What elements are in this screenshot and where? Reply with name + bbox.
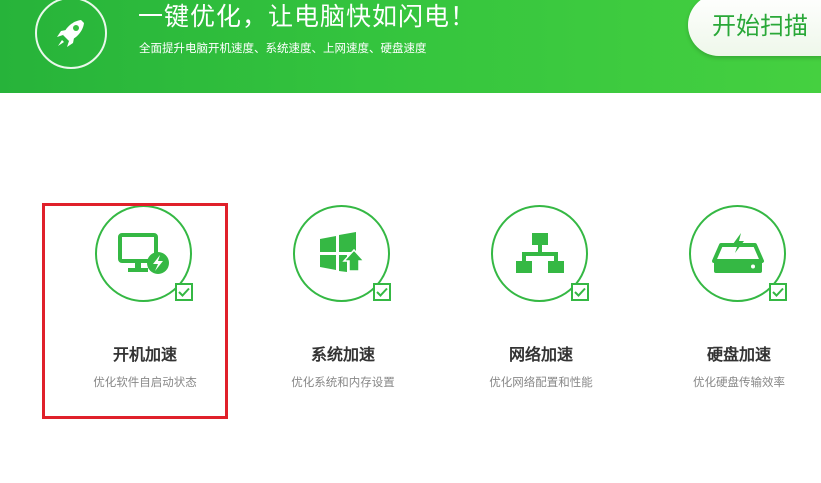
feature-desc: 优化硬盘传输效率 bbox=[693, 375, 785, 389]
feature-checkbox[interactable] bbox=[571, 283, 589, 301]
rocket-icon bbox=[35, 0, 107, 69]
top-banner: 一键优化，让电脑快如闪电！ 全面提升电脑开机速度、系统速度、上网速度、硬盘速度 … bbox=[0, 0, 821, 93]
feature-title: 系统加速 bbox=[310, 345, 375, 364]
feature-disk-speedup[interactable]: 硬盘加速 优化硬盘传输效率 bbox=[639, 205, 819, 405]
feature-title: 网络加速 bbox=[508, 345, 573, 364]
banner-headline: 一键优化，让电脑快如闪电！ bbox=[138, 2, 477, 31]
feature-system-speedup[interactable]: 系统加速 优化系统和内存设置 bbox=[243, 205, 423, 405]
feature-desc: 优化网络配置和性能 bbox=[489, 375, 593, 389]
feature-title: 硬盘加速 bbox=[706, 345, 771, 364]
selection-highlight-box bbox=[42, 203, 228, 419]
feature-desc: 优化系统和内存设置 bbox=[291, 375, 395, 389]
network-tree-icon bbox=[515, 232, 564, 273]
disk-bolt-icon bbox=[711, 232, 764, 273]
feature-checkbox[interactable] bbox=[769, 283, 787, 301]
feature-network-speedup[interactable]: 网络加速 优化网络配置和性能 bbox=[441, 205, 621, 405]
windows-up-icon bbox=[319, 231, 366, 272]
feature-checkbox[interactable] bbox=[373, 283, 391, 301]
start-scan-button[interactable]: 开始扫描 bbox=[688, 0, 821, 56]
banner-subline: 全面提升电脑开机速度、系统速度、上网速度、硬盘速度 bbox=[139, 41, 427, 55]
